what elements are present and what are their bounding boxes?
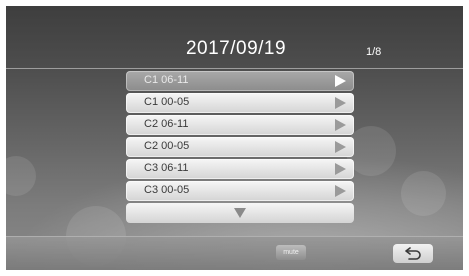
play-triangle-icon — [335, 119, 346, 131]
bokeh-decoration — [6, 156, 36, 196]
list-item-label: C1 06-11 — [144, 74, 189, 86]
header: 2017/09/19 1/8 — [6, 6, 463, 68]
date-title: 2017/09/19 — [185, 38, 287, 59]
playback-screen: 2017/09/19 1/8 C1 06-11 C1 00-05 C2 06-1… — [6, 6, 463, 270]
play-triangle-icon — [335, 97, 346, 109]
triangle-down-icon — [234, 208, 246, 218]
list-item[interactable]: C3 00-05 — [126, 181, 354, 201]
list-item-label: C2 06-11 — [144, 118, 189, 130]
list-item[interactable]: C2 00-05 — [126, 137, 354, 157]
mute-button[interactable]: mute — [276, 245, 306, 260]
play-triangle-icon — [335, 75, 346, 87]
play-triangle-icon — [335, 141, 346, 153]
bokeh-decoration — [401, 171, 446, 216]
list-item-label: C1 00-05 — [144, 96, 190, 108]
bottom-toolbar: mute — [6, 236, 463, 270]
header-divider — [6, 68, 463, 69]
back-button[interactable] — [393, 244, 433, 263]
play-triangle-icon — [335, 163, 346, 175]
recording-list: C1 06-11 C1 00-05 C2 06-11 C2 00-05 C3 0… — [126, 71, 354, 223]
list-item-label: C3 06-11 — [144, 162, 189, 174]
page-indicator: 1/8 — [366, 46, 382, 58]
scroll-down-button[interactable] — [126, 203, 354, 223]
list-item[interactable]: C2 06-11 — [126, 115, 354, 135]
list-item[interactable]: C1 06-11 — [126, 71, 354, 91]
list-item-label: C3 00-05 — [144, 184, 190, 196]
list-item-label: C2 00-05 — [144, 140, 190, 152]
return-arrow-icon — [405, 247, 421, 260]
play-triangle-icon — [335, 185, 346, 197]
list-item[interactable]: C3 06-11 — [126, 159, 354, 179]
list-item[interactable]: C1 00-05 — [126, 93, 354, 113]
